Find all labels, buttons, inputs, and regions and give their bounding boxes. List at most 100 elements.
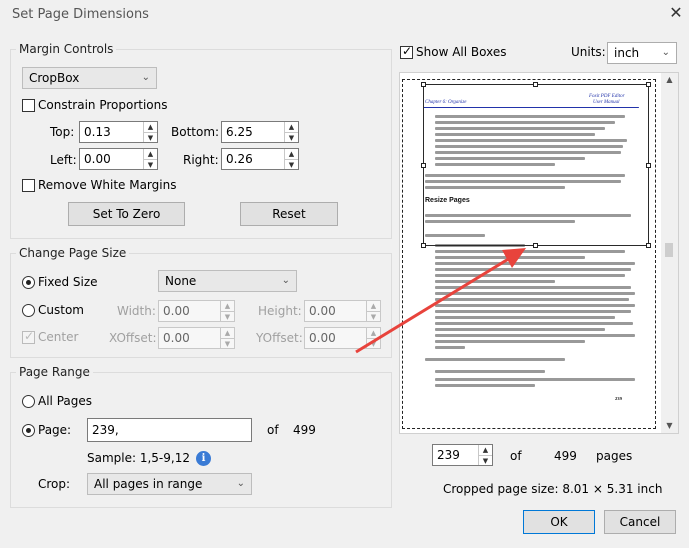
info-icon[interactable]: i (196, 451, 211, 466)
box-type-value: CropBox (29, 71, 80, 85)
chevron-down-icon: ⌄ (281, 275, 290, 286)
units-value: inch (614, 46, 640, 60)
box-type-dropdown[interactable]: CropBox ⌄ (22, 67, 157, 89)
page-label: Page: (38, 423, 72, 437)
scroll-up-icon[interactable]: ▲ (661, 73, 678, 87)
crop-handle[interactable] (421, 163, 426, 168)
current-page-value: 239 (437, 448, 460, 462)
crop-handle[interactable] (646, 243, 651, 248)
bottom-spinbox[interactable]: 6.25 ▲ ▼ (221, 121, 299, 143)
yoffset-label: YOffset: (256, 331, 303, 345)
custom-label: Custom (38, 303, 84, 317)
navigator-total: 499 (554, 449, 577, 463)
scroll-down-icon[interactable]: ▼ (661, 419, 678, 433)
page-radio[interactable] (22, 424, 35, 437)
crop-box-rect[interactable] (421, 82, 651, 248)
navigator-of-label: of (510, 449, 522, 463)
annotation-arrow (355, 248, 526, 354)
doc-page-number: 239 (615, 396, 622, 401)
show-all-boxes-label: Show All Boxes (416, 45, 507, 59)
width-label: Width: (117, 304, 156, 318)
xoffset-label: XOffset: (109, 331, 157, 345)
close-icon[interactable]: ✕ (666, 3, 686, 23)
constrain-proportions-checkbox[interactable] (22, 99, 35, 112)
right-label: Right: (183, 153, 219, 167)
chevron-down-icon: ⌄ (141, 72, 150, 83)
right-spinbox[interactable]: 0.26 ▲ ▼ (221, 148, 299, 170)
chevron-down-icon: ⌄ (661, 47, 670, 58)
custom-radio[interactable] (22, 304, 35, 317)
spin-down-icon[interactable]: ▼ (285, 132, 298, 142)
current-page-spinbox[interactable]: 239 ▲ ▼ (432, 444, 493, 466)
units-dropdown[interactable]: inch ⌄ (607, 42, 677, 64)
cropped-page-size: Cropped page size: 8.01 × 5.31 inch (443, 482, 663, 496)
spin-up-icon[interactable]: ▲ (144, 122, 157, 132)
spin-up-icon[interactable]: ▲ (144, 149, 157, 159)
of-label: of (267, 423, 279, 437)
all-pages-radio[interactable] (22, 395, 35, 408)
spin-down-icon[interactable]: ▼ (221, 311, 234, 321)
top-label: Top: (50, 125, 75, 139)
spin-down-icon[interactable]: ▼ (144, 159, 157, 169)
crop-value: All pages in range (94, 477, 203, 491)
reset-button[interactable]: Reset (240, 202, 338, 226)
spin-down-icon[interactable]: ▼ (144, 132, 157, 142)
center-label: Center (38, 330, 79, 344)
xoffset-spinbox[interactable]: 0.00 ▲ ▼ (158, 327, 235, 349)
text-line (435, 370, 545, 373)
text-line (435, 384, 535, 387)
crop-handle[interactable] (646, 163, 651, 168)
window-title: Set Page Dimensions (12, 7, 149, 22)
spin-up-icon[interactable]: ▲ (479, 445, 492, 455)
preview-scrollbar[interactable]: ▲ ▼ (661, 73, 678, 433)
units-label: Units: (571, 45, 606, 59)
crop-dropdown[interactable]: All pages in range ⌄ (87, 473, 252, 495)
navigator-pages-label: pages (596, 449, 633, 463)
bottom-value: 6.25 (226, 125, 253, 139)
left-spinbox[interactable]: 0.00 ▲ ▼ (79, 148, 158, 170)
height-value: 0.00 (309, 304, 336, 318)
height-label: Height: (258, 304, 302, 318)
cancel-button[interactable]: Cancel (604, 510, 676, 534)
set-to-zero-button[interactable]: Set To Zero (68, 202, 185, 226)
spin-up-icon[interactable]: ▲ (221, 328, 234, 338)
spin-up-icon[interactable]: ▲ (285, 122, 298, 132)
fixed-size-dropdown[interactable]: None ⌄ (158, 270, 297, 292)
fixed-size-label: Fixed Size (38, 275, 98, 289)
spin-down-icon[interactable]: ▼ (285, 159, 298, 169)
center-checkbox[interactable] (22, 329, 35, 344)
show-all-boxes-checkbox[interactable] (400, 44, 413, 59)
margin-controls-legend: Margin Controls (19, 42, 114, 56)
all-pages-label: All Pages (38, 394, 92, 408)
width-value: 0.00 (163, 304, 190, 318)
chevron-down-icon: ⌄ (236, 478, 245, 489)
left-label: Left: (50, 153, 77, 167)
ok-button[interactable]: OK (523, 510, 595, 534)
right-value: 0.26 (226, 152, 253, 166)
crop-label: Crop: (38, 477, 71, 491)
spin-up-icon[interactable]: ▲ (221, 301, 234, 311)
remove-white-margins-checkbox[interactable] (22, 179, 35, 192)
text-line (435, 378, 635, 381)
total-pages: 499 (293, 423, 316, 437)
top-spinbox[interactable]: 0.13 ▲ ▼ (79, 121, 158, 143)
page-range-legend: Page Range (19, 365, 90, 379)
page-range-input[interactable]: 239, (87, 418, 252, 442)
constrain-proportions-label: Constrain Proportions (38, 98, 168, 112)
crop-handle[interactable] (533, 82, 538, 87)
yoffset-value: 0.00 (309, 331, 336, 345)
left-value: 0.00 (84, 152, 111, 166)
crop-handle[interactable] (646, 82, 651, 87)
change-page-size-legend: Change Page Size (19, 246, 127, 260)
remove-white-margins-label: Remove White Margins (38, 178, 177, 192)
width-spinbox[interactable]: 0.00 ▲ ▼ (158, 300, 235, 322)
spin-down-icon[interactable]: ▼ (221, 338, 234, 348)
fixed-size-radio[interactable] (22, 276, 35, 289)
scroll-thumb[interactable] (665, 243, 673, 257)
crop-handle[interactable] (421, 82, 426, 87)
spin-down-icon[interactable]: ▼ (479, 455, 492, 465)
bottom-label: Bottom: (171, 125, 220, 139)
spin-up-icon[interactable]: ▲ (285, 149, 298, 159)
xoffset-value: 0.00 (163, 331, 190, 345)
top-value: 0.13 (84, 125, 111, 139)
